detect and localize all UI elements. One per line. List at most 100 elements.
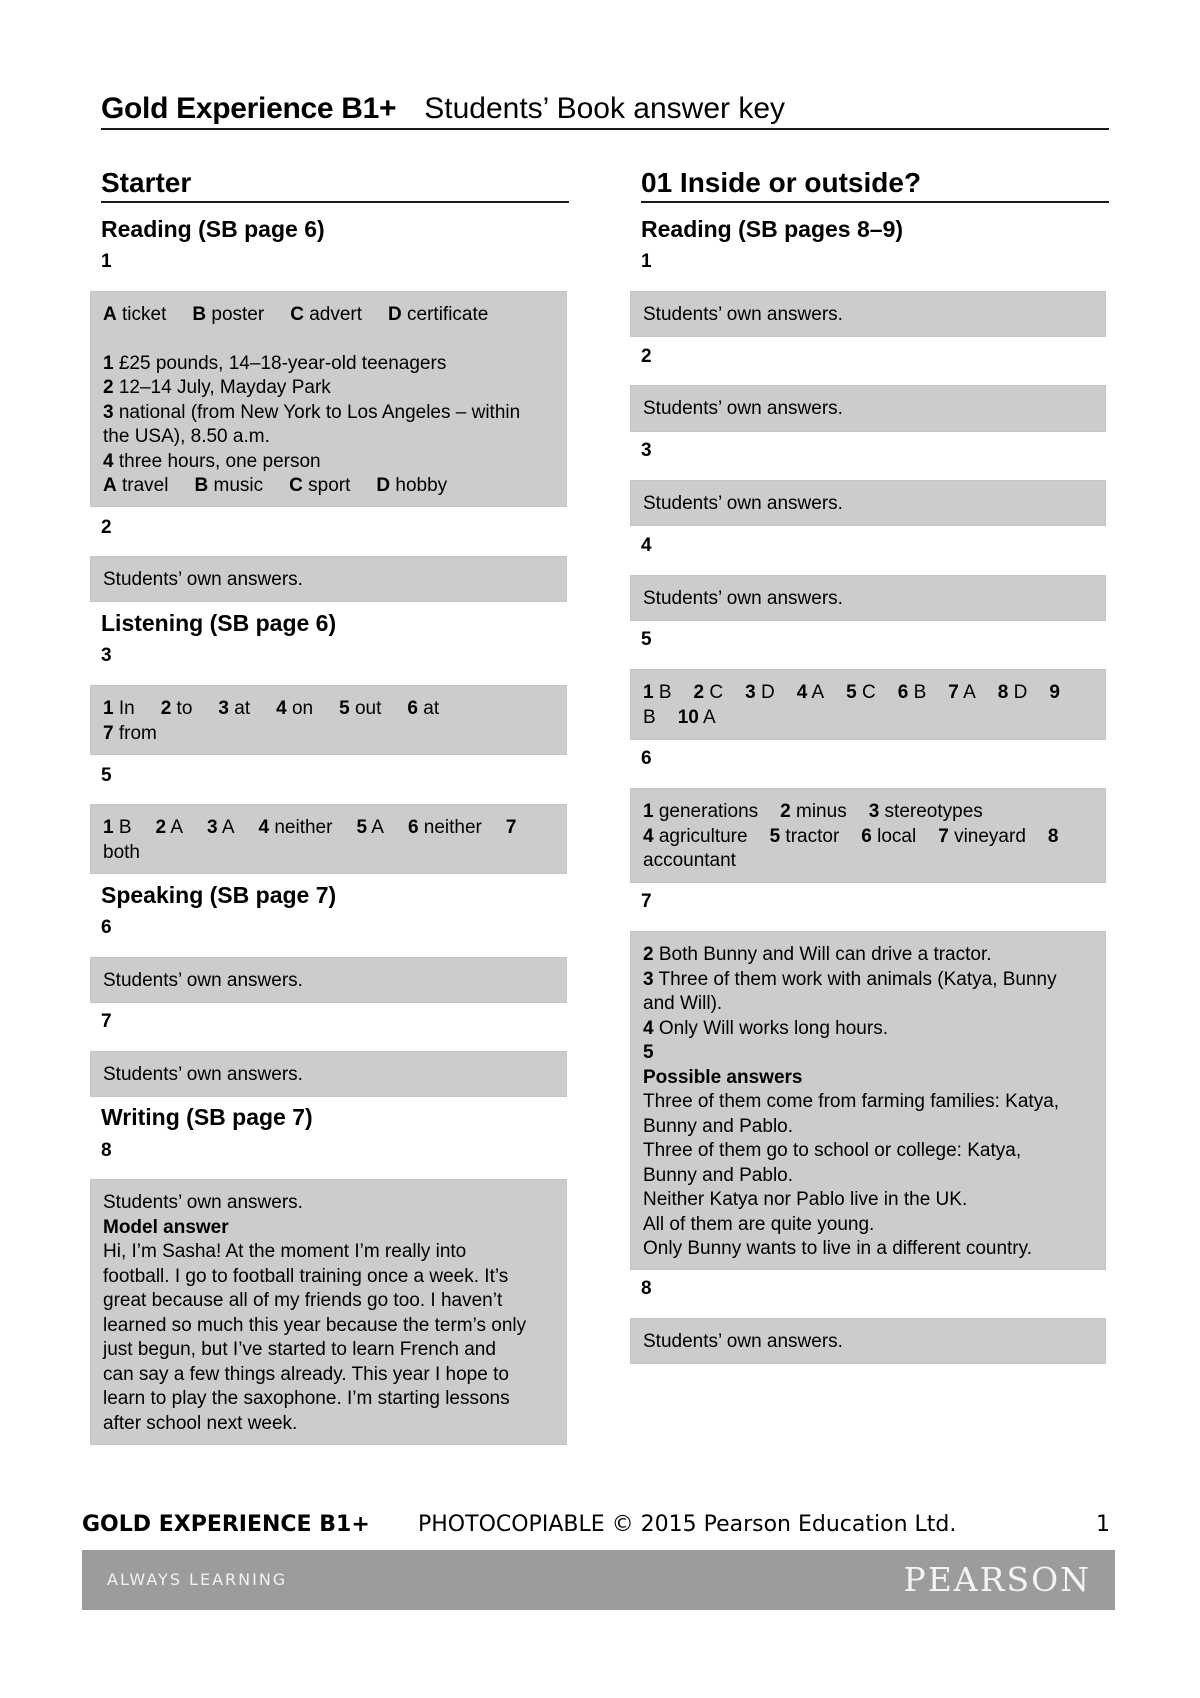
answer-box-speaking-6: Students’ own answers. — [90, 957, 567, 1003]
item-key: 6 — [897, 682, 909, 703]
answer-text: Students’ own answers. — [103, 1064, 303, 1085]
item-value: on — [286, 698, 314, 719]
item-value: agriculture — [653, 825, 748, 847]
document-title: Gold Experience B1+ Students’ Book answer… — [101, 92, 785, 126]
item-value: A — [698, 706, 716, 728]
item-key: C — [289, 475, 303, 496]
answer-line: Hi, I’m Sasha! At the moment I’m really … — [103, 1241, 467, 1262]
item-value: at — [417, 698, 440, 719]
item-key: 3 — [218, 698, 229, 719]
answer-line: Neither Katya nor Pablo live in the UK. — [643, 1189, 968, 1210]
answer-box-writing-8: Students’ own answers. Model answer Hi, … — [90, 1179, 567, 1445]
answer-row: 1 B2 C3 D4 A5 C6 B7 A8 D9 — [643, 681, 1093, 706]
footer-copyright: PHOTOCOPIABLE © 2015 Pearson Education L… — [418, 1512, 957, 1537]
question-number: 5 — [641, 629, 652, 650]
item-value: A — [807, 682, 825, 703]
answer-line: learned so much this year because the te… — [103, 1314, 527, 1336]
answer-line: can say a few things already. This year … — [103, 1363, 509, 1385]
answer-line: just begun, but I’ve started to learn Fr… — [103, 1339, 496, 1360]
answer-box-unit1-6: 1 generations 2 minus 3 stereotypes 4 agri… — [630, 788, 1106, 883]
answer-lines: 1 £25 pounds, 14–18-year-old teenagers 2 … — [103, 352, 554, 475]
item-key: A — [103, 304, 117, 325]
item-key: 3 — [745, 682, 756, 703]
answer-line: Three of them go to school or college: K… — [643, 1140, 1022, 1161]
item-key: 7 — [938, 825, 949, 847]
item-value: C — [704, 682, 724, 703]
item-key: 4 — [796, 682, 808, 703]
item-value: A — [367, 817, 384, 838]
section-title-unit-01: 01 Inside or outside? — [641, 167, 922, 198]
question-number: 6 — [101, 917, 112, 938]
item-key: 8 — [997, 682, 1009, 703]
answer-box-speaking-7: Students’ own answers. — [90, 1051, 567, 1097]
subheading-listening: Listening (SB page 6) — [101, 610, 337, 636]
answer-line: 1 £25 pounds, 14–18-year-old teenagers — [103, 352, 447, 374]
item-value: advert — [303, 304, 363, 325]
answer-line: Only Bunny wants to live in a different … — [643, 1238, 1032, 1259]
question-number: 7 — [641, 891, 652, 912]
answer-line: football. I go to football training once… — [103, 1265, 509, 1287]
item-key: D — [376, 475, 391, 496]
item-value: A — [217, 817, 235, 838]
item-value: hobby — [390, 475, 448, 496]
item-key: 4 — [276, 698, 287, 719]
possible-answers-label: Possible answers — [643, 1066, 803, 1088]
item-key: A — [103, 475, 117, 496]
possible-answers-text: Three of them come from farming families… — [643, 1090, 1093, 1262]
answer-row: 1 generations 2 minus 3 stereotypes — [643, 800, 1093, 825]
model-answer-text: Hi, I’m Sasha! At the moment I’m really … — [103, 1240, 554, 1436]
answer-row: 4 agriculture 5 tractor 6 local 7 vineyard 8 — [643, 825, 1093, 850]
answer-row: B 10 A — [643, 706, 1093, 731]
item-key: 3 — [207, 817, 218, 838]
footer-book-title: GOLD EXPERIENCE B1+ — [82, 1512, 370, 1537]
question-number: 2 — [101, 517, 112, 538]
answer-line: after school next week. — [103, 1412, 298, 1434]
answer-box-unit1-2: Students’ own answers. — [630, 385, 1106, 432]
item-key: 2 — [160, 698, 172, 719]
answer-line: All of them are quite young. — [643, 1213, 875, 1235]
section-rule-left — [101, 201, 569, 203]
item-value: generations — [653, 801, 759, 822]
item-value: tractor — [780, 825, 840, 847]
answer-text: both — [103, 841, 140, 863]
answer-line: great because all of my friends go too. … — [103, 1290, 503, 1311]
item-key: 1 — [643, 682, 654, 703]
pearson-logo: PEARSON — [903, 1560, 1091, 1599]
subheading-writing: Writing (SB page 7) — [101, 1104, 313, 1130]
item-key: 9 — [1049, 682, 1060, 703]
item-key: 5 — [769, 825, 781, 847]
answer-line: and Will). — [643, 993, 723, 1014]
answer-line: 2 Both Bunny and Will can drive a tracto… — [643, 944, 992, 965]
question-number: 5 — [101, 765, 112, 786]
answer-box-unit1-5: 1 B2 C3 D4 A5 C6 B7 A8 D9 B 10 A — [630, 669, 1106, 740]
question-number: 1 — [101, 251, 112, 272]
answer-row: A ticket B poster C advert D certificate — [103, 303, 554, 328]
item-value: D — [755, 682, 775, 703]
item-key: 4 — [643, 825, 654, 847]
item-value: C — [856, 682, 876, 703]
answer-box-listening-5: 1 B2 A3 A4 neither 5 A6 neither 7 both — [90, 804, 567, 874]
answer-box-reading-1: A ticket B poster C advert D certificate 1 … — [90, 291, 567, 507]
item-key: 5 — [339, 698, 350, 719]
item-key: B — [194, 475, 209, 496]
item-value: ticket — [116, 304, 167, 325]
item-value: stereotypes — [879, 801, 983, 822]
answer-text: Students’ own answers. — [103, 1192, 303, 1213]
item-value: B — [113, 817, 132, 838]
answer-box-unit1-7: 2 Both Bunny and Will can drive a tracto… — [630, 931, 1106, 1270]
model-answer-label: Model answer — [103, 1216, 229, 1238]
question-number: 1 — [641, 251, 652, 272]
answer-text: Students’ own answers. — [643, 398, 843, 419]
section-rule-right — [641, 201, 1109, 203]
item-value: minus — [790, 801, 847, 822]
item-key: 7 — [505, 817, 517, 838]
answer-line: Bunny and Pablo. — [643, 1164, 794, 1186]
item-value: B — [653, 682, 672, 703]
subheading-reading: Reading (SB pages 8–9) — [641, 216, 904, 242]
item-key: 7 — [948, 682, 959, 703]
answer-box-listening-3: 1 In 2 to 3 at 4 on 5 out 6 at 7 from — [90, 685, 567, 755]
answer-row: both — [103, 841, 554, 866]
item-value: music — [208, 475, 264, 496]
section-title-starter: Starter — [101, 167, 192, 198]
item-value: sport — [302, 475, 351, 496]
